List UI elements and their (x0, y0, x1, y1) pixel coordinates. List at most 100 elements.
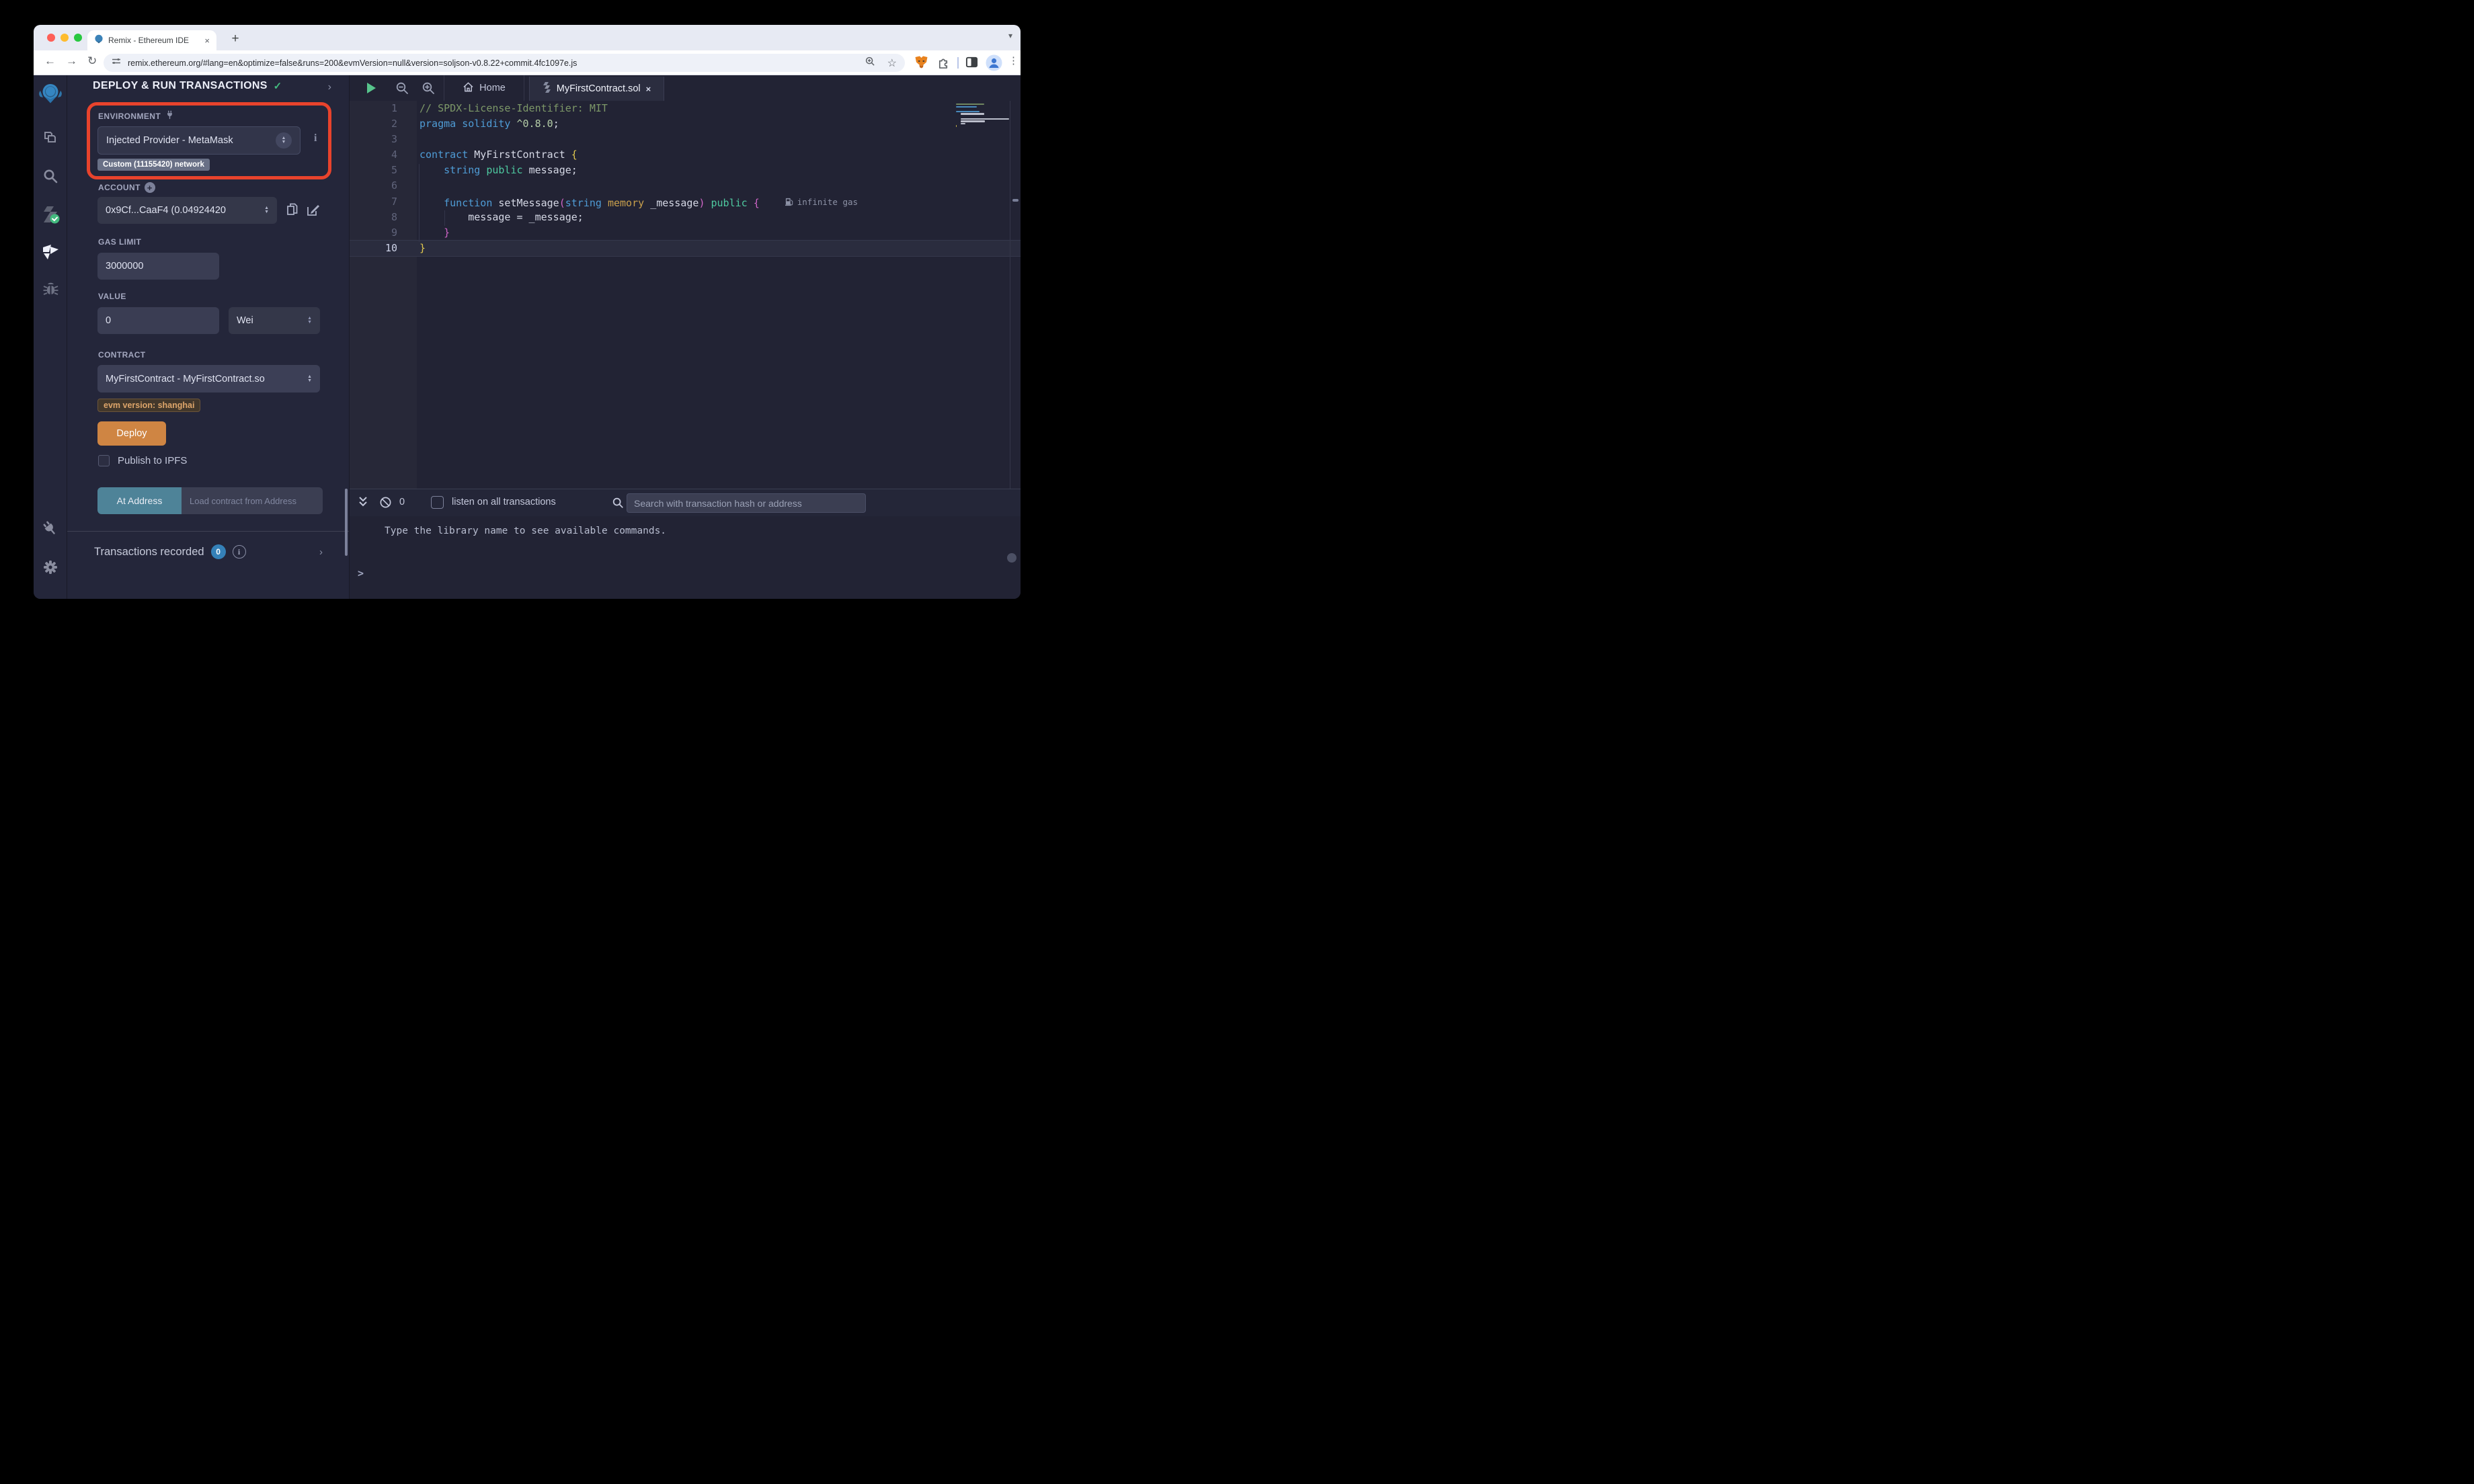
browser-tabstrip: Remix - Ethereum IDE × + ▾ (34, 25, 1021, 50)
value-label: VALUE (98, 292, 126, 301)
url-text[interactable]: remix.ethereum.org/#lang=en&optimize=fal… (128, 58, 865, 68)
publish-to-ipfs-row: Publish to IPFS (98, 455, 187, 466)
publish-label: Publish to IPFS (118, 455, 187, 466)
contract-label: CONTRACT (98, 350, 146, 360)
gas-limit-label: GAS LIMIT (98, 237, 141, 247)
url-bar[interactable]: remix.ethereum.org/#lang=en&optimize=fal… (104, 54, 905, 72)
browser-tab[interactable]: Remix - Ethereum IDE × (87, 30, 216, 50)
code-line[interactable]: 8 message = _message; (350, 210, 1021, 225)
zoom-in-icon[interactable] (422, 81, 435, 98)
pending-transactions-count: 0 (399, 497, 405, 507)
code-line[interactable]: 9 } (350, 225, 1021, 241)
panel-scrollbar[interactable] (345, 489, 348, 556)
browser-window: Remix - Ethereum IDE × + ▾ ← → ↻ remix.e… (34, 25, 1021, 599)
code-line[interactable]: 5 string public message; (350, 163, 1021, 178)
indent-guide (444, 210, 445, 226)
terminal-search-icon (612, 497, 624, 512)
updown-arrows-icon: ▲▼ (307, 375, 312, 383)
collapse-terminal-icon[interactable] (358, 496, 368, 511)
debugger-bug-icon[interactable] (34, 281, 67, 301)
tab-myfirstcontract[interactable]: MyFirstContract.sol × (529, 77, 664, 101)
macos-close-button[interactable] (47, 34, 55, 42)
listen-all-transactions-checkbox[interactable] (431, 496, 444, 509)
plugin-manager-plug-icon[interactable] (34, 520, 67, 541)
gas-limit-input[interactable] (97, 253, 219, 280)
minimap[interactable] (956, 104, 1008, 128)
solidity-compiler-icon[interactable] (34, 204, 67, 228)
forward-icon[interactable]: → (66, 54, 77, 68)
bookmark-star-icon[interactable]: ☆ (887, 56, 897, 70)
terminal-output[interactable]: Type the library name to see available c… (350, 516, 1021, 599)
remix-favicon (94, 34, 104, 47)
profile-avatar[interactable] (986, 54, 1002, 75)
site-info-icon[interactable] (112, 56, 121, 69)
code-line[interactable]: 1// SPDX-License-Identifier: MIT (350, 101, 1021, 116)
account-label: ACCOUNT + (98, 182, 155, 193)
publish-checkbox[interactable] (98, 455, 110, 466)
code-line[interactable]: 6 (350, 178, 1021, 194)
zoom-page-icon[interactable] (865, 56, 875, 70)
back-icon[interactable]: ← (44, 54, 56, 68)
transactions-count-badge: 0 (211, 544, 226, 559)
transactions-recorded-row[interactable]: Transactions recorded 0 i › (94, 544, 323, 559)
transactions-label: Transactions recorded (94, 546, 204, 559)
search-icon[interactable] (34, 168, 67, 188)
browser-toolbar: ← → ↻ remix.ethereum.org/#lang=en&optimi… (34, 50, 1021, 75)
new-tab-button[interactable]: + (226, 30, 245, 49)
macos-minimize-button[interactable] (61, 34, 69, 42)
edit-account-pencil-icon[interactable] (306, 202, 321, 219)
reload-icon[interactable]: ↻ (87, 54, 97, 68)
transactions-chevron-icon[interactable]: › (319, 546, 323, 558)
terminal-scroll-dot[interactable] (1007, 553, 1016, 563)
copy-account-icon[interactable] (286, 202, 299, 219)
extensions-puzzle-icon[interactable] (937, 56, 950, 72)
close-tab-icon[interactable]: × (204, 36, 210, 46)
zoom-out-icon[interactable] (395, 81, 409, 98)
code-line[interactable]: 4contract MyFirstContract { (350, 147, 1021, 163)
environment-label: ENVIRONMENT (98, 110, 175, 122)
deploy-run-icon[interactable] (34, 243, 67, 265)
transactions-info-icon[interactable]: i (233, 545, 246, 559)
settings-gear-icon[interactable] (34, 559, 67, 579)
environment-info-icon[interactable]: i (314, 132, 317, 145)
deploy-button[interactable]: Deploy (97, 421, 166, 446)
account-select[interactable]: 0x9Cf...CaaF4 (0.04924420 ▲▼ (97, 197, 277, 224)
network-badge: Custom (11155420) network (97, 159, 210, 171)
terminal-search-input[interactable] (627, 493, 866, 513)
panel-chevron-right-icon[interactable]: › (328, 81, 331, 93)
icon-rail (34, 75, 67, 599)
tab-search-chevron-icon[interactable]: ▾ (1008, 31, 1012, 40)
editor-scrollbar-thumb[interactable] (1012, 199, 1019, 202)
code-line[interactable]: 2pragma solidity ^0.8.0; (350, 116, 1021, 132)
file-explorer-icon[interactable] (34, 130, 67, 150)
remix-logo-icon (34, 82, 67, 110)
environment-select[interactable]: Injected Provider - MetaMask ▲▼ (97, 126, 301, 155)
editor-column: Home MyFirstContract.sol × 1// SPDX-Lice… (349, 75, 1021, 599)
clear-console-ban-icon[interactable] (379, 496, 392, 512)
terminal-prompt[interactable]: > (358, 567, 364, 579)
browser-menu-icon[interactable]: ⋮ (1008, 54, 1019, 67)
at-address-button[interactable]: At Address (97, 487, 182, 514)
run-script-play-icon[interactable] (367, 83, 376, 93)
infinite-gas-annotation: infinite gas (785, 194, 858, 210)
code-editor[interactable]: 1// SPDX-License-Identifier: MIT2pragma … (350, 101, 1021, 489)
terminal-hint-text: Type the library name to see available c… (385, 526, 666, 536)
code-line[interactable]: 10} (350, 241, 1021, 256)
tab-title: Remix - Ethereum IDE (108, 36, 200, 45)
contract-select[interactable]: MyFirstContract - MyFirstContract.so ▲▼ (97, 365, 320, 393)
code-lines: 1// SPDX-License-Identifier: MIT2pragma … (350, 101, 1021, 256)
updown-arrows-icon: ▲▼ (276, 132, 292, 149)
value-input[interactable] (97, 307, 219, 334)
tab-home[interactable]: Home (444, 75, 524, 101)
metamask-icon[interactable] (914, 56, 928, 73)
code-line[interactable]: 3 (350, 132, 1021, 147)
code-line[interactable]: 7 function setMessage(string memory _mes… (350, 194, 1021, 210)
side-panel-icon[interactable] (965, 56, 978, 72)
indent-guide (419, 164, 420, 242)
macos-zoom-button[interactable] (74, 34, 82, 42)
close-file-icon[interactable]: × (646, 84, 651, 94)
at-address-input[interactable] (182, 487, 323, 514)
value-unit-select[interactable]: Wei ▲▼ (229, 307, 320, 334)
deploy-run-panel: DEPLOY & RUN TRANSACTIONS ✓ › ENVIRONMEN… (67, 75, 349, 599)
add-account-icon[interactable]: + (145, 182, 155, 193)
